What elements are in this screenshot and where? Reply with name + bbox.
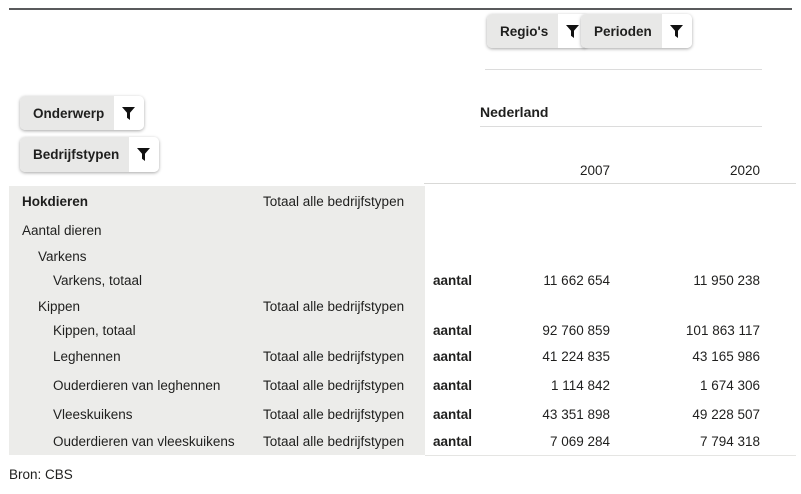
region-underline <box>480 126 762 127</box>
buttons-underline <box>485 69 762 70</box>
table-row: Kippen Totaal alle bedrijfstypen <box>9 293 760 319</box>
table-row: Ouderdieren van vleeskuikens Totaal alle… <box>9 428 760 455</box>
row-topic-label: Hokdieren <box>9 194 260 209</box>
onderwerp-filter-label: Onderwerp <box>20 96 114 130</box>
bedrijfstypen-filter-label: Bedrijfstypen <box>20 137 129 172</box>
row-topic-label: Vleeskuikens <box>9 407 260 422</box>
row-bedrijfstype: Totaal alle bedrijfstypen <box>260 194 425 209</box>
row-value-2020: 7 794 318 <box>610 434 760 449</box>
table-row: Vleeskuikens Totaal alle bedrijfstypen a… <box>9 400 760 428</box>
funnel-icon <box>114 96 144 130</box>
table-row: Aantal dieren <box>9 217 760 244</box>
row-unit: aantal <box>425 349 500 364</box>
row-unit: aantal <box>425 434 500 449</box>
row-bedrijfstype: Totaal alle bedrijfstypen <box>260 378 425 393</box>
row-topic-label: Varkens <box>9 249 260 264</box>
row-value-2007: 43 351 898 <box>500 407 610 422</box>
row-unit: aantal <box>425 323 500 338</box>
data-table: Hokdieren Totaal alle bedrijfstypen Aant… <box>9 186 760 455</box>
table-row: Kippen, totaal aantal 92 760 859 101 863… <box>9 319 760 342</box>
top-divider <box>9 8 792 10</box>
source-note: Bron: CBS <box>9 467 73 482</box>
table-bottom-divider <box>425 455 796 456</box>
table-row: Hokdieren Totaal alle bedrijfstypen <box>9 186 760 217</box>
row-topic-label: Ouderdieren van vleeskuikens <box>9 434 260 449</box>
table-row: Ouderdieren van leghennen Totaal alle be… <box>9 370 760 400</box>
row-topic-label: Aantal dieren <box>9 223 260 238</box>
row-bedrijfstype: Totaal alle bedrijfstypen <box>260 349 425 364</box>
bedrijfstypen-filter-button[interactable]: Bedrijfstypen <box>20 137 159 172</box>
table-row: Varkens <box>9 244 760 268</box>
row-value-2020: 101 863 117 <box>610 323 760 338</box>
region-header: Nederland <box>480 104 548 120</box>
row-value-2007: 11 662 654 <box>500 273 610 288</box>
row-unit: aantal <box>425 378 500 393</box>
statline-table-view: Regio's Perioden Onderwerp Bedrijfstypen… <box>0 0 801 494</box>
row-unit: aantal <box>425 407 500 422</box>
row-value-2007: 7 069 284 <box>500 434 610 449</box>
period-header-2020: 2020 <box>730 163 760 178</box>
row-topic-label: Varkens, totaal <box>9 273 260 288</box>
row-topic-label: Kippen <box>9 299 260 314</box>
table-row: Leghennen Totaal alle bedrijfstypen aant… <box>9 342 760 370</box>
period-underline <box>424 183 796 184</box>
regios-filter-button[interactable]: Regio's <box>487 14 588 48</box>
row-value-2007: 92 760 859 <box>500 323 610 338</box>
funnel-icon <box>129 137 159 172</box>
regios-filter-label: Regio's <box>487 14 558 48</box>
row-value-2020: 1 674 306 <box>610 378 760 393</box>
perioden-filter-label: Perioden <box>581 14 662 48</box>
row-value-2020: 11 950 238 <box>610 273 760 288</box>
row-bedrijfstype: Totaal alle bedrijfstypen <box>260 434 425 449</box>
row-topic-label: Kippen, totaal <box>9 323 260 338</box>
row-topic-label: Ouderdieren van leghennen <box>9 378 260 393</box>
onderwerp-filter-button[interactable]: Onderwerp <box>20 96 144 130</box>
funnel-icon <box>662 14 692 48</box>
row-bedrijfstype: Totaal alle bedrijfstypen <box>260 407 425 422</box>
row-value-2007: 41 224 835 <box>500 349 610 364</box>
row-bedrijfstype: Totaal alle bedrijfstypen <box>260 299 425 314</box>
row-value-2020: 43 165 986 <box>610 349 760 364</box>
table-row: Varkens, totaal aantal 11 662 654 11 950… <box>9 268 760 293</box>
row-topic-label: Leghennen <box>9 349 260 364</box>
perioden-filter-button[interactable]: Perioden <box>581 14 692 48</box>
row-value-2007: 1 114 842 <box>500 378 610 393</box>
row-value-2020: 49 228 507 <box>610 407 760 422</box>
period-header-2007: 2007 <box>580 163 610 178</box>
row-unit: aantal <box>425 273 500 288</box>
